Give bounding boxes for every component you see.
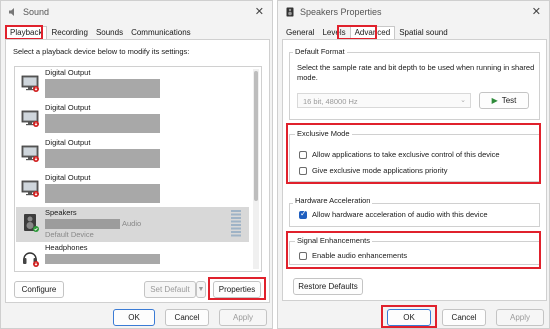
cancel-button[interactable]: Cancel (165, 309, 209, 326)
redacted-detail (45, 79, 160, 89)
list-item[interactable]: Digital Output (16, 102, 249, 137)
set-default-button[interactable]: Set Default (144, 281, 196, 298)
test-button[interactable]: ▶ Test (479, 92, 529, 109)
list-item[interactable]: Headphones (16, 242, 249, 271)
highlight-ok-button (381, 305, 437, 328)
close-icon[interactable]: ✕ (532, 5, 541, 18)
format-select[interactable]: 16 bit, 48000 Hz ⌄ (297, 93, 471, 108)
scrollbar-thumb[interactable] (254, 71, 258, 201)
device-name: Headphones (45, 243, 88, 252)
monitor-icon (21, 178, 41, 198)
hardware-acceleration-checkbox[interactable]: Allow hardware acceleration of audio wit… (299, 209, 488, 219)
redacted-status (45, 159, 160, 168)
redacted-status (45, 89, 160, 98)
speaker-device-icon (21, 213, 41, 233)
window-title: Sound (23, 7, 50, 17)
set-default-dropdown[interactable]: ▼ (196, 281, 206, 298)
redacted-detail (45, 149, 160, 159)
hardware-acceleration-title: Hardware Acceleration (293, 196, 373, 205)
window-title: Speakers Properties (300, 7, 382, 17)
default-format-title: Default Format (293, 47, 347, 56)
hardware-acceleration-label: Allow hardware acceleration of audio wit… (312, 210, 488, 219)
highlight-exclusive-mode (286, 123, 541, 184)
tab-general[interactable]: General (282, 27, 318, 39)
playback-panel: Select a playback device below to modify… (5, 39, 270, 303)
device-name: Speakers (45, 208, 77, 217)
device-name: Digital Output (45, 68, 91, 77)
title-bar: Speakers Properties ✕ (278, 1, 549, 23)
ok-button[interactable]: OK (113, 309, 155, 326)
redacted-status (45, 124, 160, 133)
device-name: Digital Output (45, 103, 91, 112)
chevron-down-icon: ⌄ (460, 97, 466, 104)
device-type: Audio (122, 219, 142, 228)
tab-bar: Playback Recording Sounds Communications (5, 25, 268, 39)
sound-dialog: Sound ✕ Playback Recording Sounds Commun… (0, 0, 273, 329)
play-icon: ▶ (491, 96, 498, 105)
speaker-app-icon (285, 7, 295, 17)
title-bar: Sound ✕ (1, 1, 272, 23)
tab-spatial-sound[interactable]: Spatial sound (395, 27, 451, 39)
highlight-properties-button (208, 277, 266, 300)
redacted-detail (45, 254, 160, 264)
tab-recording[interactable]: Recording (47, 27, 91, 39)
test-label: Test (501, 96, 517, 105)
close-icon[interactable]: ✕ (255, 5, 264, 18)
list-item[interactable]: Digital Output (16, 67, 249, 102)
highlight-advanced-tab (337, 25, 377, 40)
device-list[interactable]: Digital Output Digital Output Digital Ou… (14, 66, 262, 272)
highlight-signal-enhancements (286, 231, 541, 269)
list-item[interactable]: Digital Output (16, 172, 249, 207)
monitor-icon (21, 143, 41, 163)
redacted-detail (45, 114, 160, 124)
monitor-icon (21, 73, 41, 93)
volume-meter (231, 210, 241, 238)
device-name: Digital Output (45, 173, 91, 182)
checkbox-checked[interactable] (299, 209, 307, 219)
scrollbar[interactable] (253, 69, 259, 269)
chevron-down-icon: ▼ (197, 286, 205, 293)
redacted-detail (45, 219, 120, 229)
tab-communications[interactable]: Communications (127, 27, 195, 39)
default-format-desc: Select the sample rate and bit depth to … (297, 63, 535, 82)
tab-sounds[interactable]: Sounds (92, 27, 127, 39)
format-select-value: 16 bit, 48000 Hz (303, 97, 358, 106)
device-name: Digital Output (45, 138, 91, 147)
instruction-text: Select a playback device below to modify… (13, 47, 190, 56)
redacted-status (45, 194, 160, 203)
cancel-button[interactable]: Cancel (442, 309, 486, 326)
apply-button[interactable]: Apply (496, 309, 544, 326)
device-status: Default Device (45, 230, 94, 239)
redacted-detail (45, 184, 160, 194)
speaker-app-icon (8, 7, 18, 17)
apply-button[interactable]: Apply (219, 309, 267, 326)
list-item-selected[interactable]: Speakers Audio Default Device (16, 207, 249, 242)
speakers-properties-dialog: Speakers Properties ✕ General Levels Adv… (277, 0, 550, 329)
configure-button[interactable]: Configure (14, 281, 64, 298)
monitor-icon (21, 108, 41, 128)
headphones-icon (21, 248, 41, 268)
highlight-playback-tab (5, 25, 43, 40)
restore-defaults-button[interactable]: Restore Defaults (293, 278, 363, 295)
tab-bar: General Levels Advanced Spatial sound (282, 25, 545, 39)
list-item[interactable]: Digital Output (16, 137, 249, 172)
